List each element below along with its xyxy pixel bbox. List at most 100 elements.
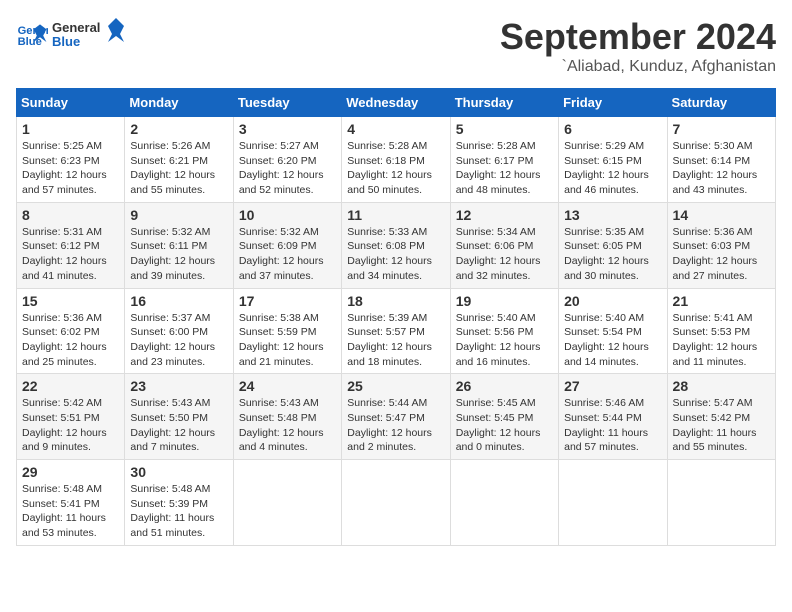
day-info: Sunrise: 5:26 AMSunset: 6:21 PMDaylight:… xyxy=(130,139,227,198)
logo-svg: General Blue xyxy=(52,16,124,52)
logo: General Blue General Blue xyxy=(16,16,124,52)
calendar-cell: 28 Sunrise: 5:47 AMSunset: 5:42 PMDayligh… xyxy=(667,374,775,460)
day-number: 8 xyxy=(22,207,119,223)
calendar-cell xyxy=(450,460,558,546)
calendar-cell: 15 Sunrise: 5:36 AMSunset: 6:02 PMDayligh… xyxy=(17,288,125,374)
day-info: Sunrise: 5:27 AMSunset: 6:20 PMDaylight:… xyxy=(239,139,336,198)
day-number: 28 xyxy=(673,378,770,394)
day-info: Sunrise: 5:43 AMSunset: 5:48 PMDaylight:… xyxy=(239,396,336,455)
calendar-cell: 6 Sunrise: 5:29 AMSunset: 6:15 PMDaylight… xyxy=(559,117,667,203)
day-info: Sunrise: 5:34 AMSunset: 6:06 PMDaylight:… xyxy=(456,225,553,284)
calendar-cell: 18 Sunrise: 5:39 AMSunset: 5:57 PMDayligh… xyxy=(342,288,450,374)
calendar-cell: 3 Sunrise: 5:27 AMSunset: 6:20 PMDaylight… xyxy=(233,117,341,203)
day-info: Sunrise: 5:47 AMSunset: 5:42 PMDaylight:… xyxy=(673,396,770,455)
day-info: Sunrise: 5:46 AMSunset: 5:44 PMDaylight:… xyxy=(564,396,661,455)
day-info: Sunrise: 5:38 AMSunset: 5:59 PMDaylight:… xyxy=(239,311,336,370)
day-info: Sunrise: 5:45 AMSunset: 5:45 PMDaylight:… xyxy=(456,396,553,455)
day-info: Sunrise: 5:35 AMSunset: 6:05 PMDaylight:… xyxy=(564,225,661,284)
day-info: Sunrise: 5:48 AMSunset: 5:41 PMDaylight:… xyxy=(22,482,119,541)
calendar-subtitle: `Aliabad, Kunduz, Afghanistan xyxy=(500,58,776,76)
day-number: 14 xyxy=(673,207,770,223)
calendar-cell: 2 Sunrise: 5:26 AMSunset: 6:21 PMDaylight… xyxy=(125,117,233,203)
col-header-wednesday: Wednesday xyxy=(342,89,450,117)
calendar-cell xyxy=(233,460,341,546)
day-number: 10 xyxy=(239,207,336,223)
calendar-cell: 9 Sunrise: 5:32 AMSunset: 6:11 PMDaylight… xyxy=(125,202,233,288)
calendar-cell xyxy=(667,460,775,546)
svg-text:General: General xyxy=(52,20,100,35)
col-header-monday: Monday xyxy=(125,89,233,117)
day-info: Sunrise: 5:29 AMSunset: 6:15 PMDaylight:… xyxy=(564,139,661,198)
day-info: Sunrise: 5:30 AMSunset: 6:14 PMDaylight:… xyxy=(673,139,770,198)
day-number: 9 xyxy=(130,207,227,223)
calendar-cell: 27 Sunrise: 5:46 AMSunset: 5:44 PMDayligh… xyxy=(559,374,667,460)
calendar-cell xyxy=(559,460,667,546)
day-number: 17 xyxy=(239,293,336,309)
calendar-cell: 5 Sunrise: 5:28 AMSunset: 6:17 PMDaylight… xyxy=(450,117,558,203)
day-info: Sunrise: 5:32 AMSunset: 6:09 PMDaylight:… xyxy=(239,225,336,284)
calendar-table: SundayMondayTuesdayWednesdayThursdayFrid… xyxy=(16,88,776,546)
day-number: 19 xyxy=(456,293,553,309)
calendar-cell: 19Sunrise: 5:40 AMSunset: 5:56 PMDayligh… xyxy=(450,288,558,374)
day-info: Sunrise: 5:40 AMSunset: 5:54 PMDaylight:… xyxy=(564,311,661,370)
col-header-tuesday: Tuesday xyxy=(233,89,341,117)
day-number: 1 xyxy=(22,121,119,137)
day-number: 2 xyxy=(130,121,227,137)
day-info: Sunrise: 5:43 AMSunset: 5:50 PMDaylight:… xyxy=(130,396,227,455)
day-number: 26 xyxy=(456,378,553,394)
day-info: Sunrise: 5:36 AMSunset: 6:02 PMDaylight:… xyxy=(22,311,119,370)
logo-icon: General Blue xyxy=(16,18,48,50)
day-number: 30 xyxy=(130,464,227,480)
day-number: 23 xyxy=(130,378,227,394)
calendar-cell: 11 Sunrise: 5:33 AMSunset: 6:08 PMDayligh… xyxy=(342,202,450,288)
calendar-cell: 20 Sunrise: 5:40 AMSunset: 5:54 PMDayligh… xyxy=(559,288,667,374)
day-info: Sunrise: 5:33 AMSunset: 6:08 PMDaylight:… xyxy=(347,225,444,284)
calendar-cell: 30Sunrise: 5:48 AMSunset: 5:39 PMDayligh… xyxy=(125,460,233,546)
calendar-cell: 1 Sunrise: 5:25 AMSunset: 6:23 PMDaylight… xyxy=(17,117,125,203)
calendar-cell: 16Sunrise: 5:37 AMSunset: 6:00 PMDayligh… xyxy=(125,288,233,374)
calendar-cell: 17 Sunrise: 5:38 AMSunset: 5:59 PMDayligh… xyxy=(233,288,341,374)
calendar-cell: 24 Sunrise: 5:43 AMSunset: 5:48 PMDayligh… xyxy=(233,374,341,460)
day-info: Sunrise: 5:25 AMSunset: 6:23 PMDaylight:… xyxy=(22,139,119,198)
day-number: 3 xyxy=(239,121,336,137)
calendar-cell: 23 Sunrise: 5:43 AMSunset: 5:50 PMDayligh… xyxy=(125,374,233,460)
day-number: 6 xyxy=(564,121,661,137)
day-number: 16 xyxy=(130,293,227,309)
calendar-cell: 14Sunrise: 5:36 AMSunset: 6:03 PMDayligh… xyxy=(667,202,775,288)
day-number: 5 xyxy=(456,121,553,137)
day-number: 24 xyxy=(239,378,336,394)
day-number: 21 xyxy=(673,293,770,309)
day-number: 11 xyxy=(347,207,444,223)
day-info: Sunrise: 5:41 AMSunset: 5:53 PMDaylight:… xyxy=(673,311,770,370)
day-number: 22 xyxy=(22,378,119,394)
day-info: Sunrise: 5:44 AMSunset: 5:47 PMDaylight:… xyxy=(347,396,444,455)
day-number: 7 xyxy=(673,121,770,137)
calendar-cell: 7 Sunrise: 5:30 AMSunset: 6:14 PMDaylight… xyxy=(667,117,775,203)
calendar-cell: 26 Sunrise: 5:45 AMSunset: 5:45 PMDayligh… xyxy=(450,374,558,460)
calendar-cell: 4Sunrise: 5:28 AMSunset: 6:18 PMDaylight… xyxy=(342,117,450,203)
calendar-cell: 8 Sunrise: 5:31 AMSunset: 6:12 PMDaylight… xyxy=(17,202,125,288)
day-info: Sunrise: 5:32 AMSunset: 6:11 PMDaylight:… xyxy=(130,225,227,284)
day-number: 15 xyxy=(22,293,119,309)
day-info: Sunrise: 5:31 AMSunset: 6:12 PMDaylight:… xyxy=(22,225,119,284)
calendar-cell: 10 Sunrise: 5:32 AMSunset: 6:09 PMDayligh… xyxy=(233,202,341,288)
day-number: 25 xyxy=(347,378,444,394)
col-header-sunday: Sunday xyxy=(17,89,125,117)
day-number: 27 xyxy=(564,378,661,394)
calendar-cell: 12 Sunrise: 5:34 AMSunset: 6:06 PMDayligh… xyxy=(450,202,558,288)
day-number: 13 xyxy=(564,207,661,223)
day-number: 29 xyxy=(22,464,119,480)
day-info: Sunrise: 5:28 AMSunset: 6:17 PMDaylight:… xyxy=(456,139,553,198)
day-info: Sunrise: 5:39 AMSunset: 5:57 PMDaylight:… xyxy=(347,311,444,370)
day-number: 12 xyxy=(456,207,553,223)
calendar-title: September 2024 xyxy=(500,16,776,58)
col-header-thursday: Thursday xyxy=(450,89,558,117)
day-number: 20 xyxy=(564,293,661,309)
calendar-cell: 13 Sunrise: 5:35 AMSunset: 6:05 PMDayligh… xyxy=(559,202,667,288)
page-header: General Blue General Blue September 2024… xyxy=(16,16,776,76)
day-number: 18 xyxy=(347,293,444,309)
col-header-saturday: Saturday xyxy=(667,89,775,117)
calendar-cell: 21 Sunrise: 5:41 AMSunset: 5:53 PMDayligh… xyxy=(667,288,775,374)
title-block: September 2024 `Aliabad, Kunduz, Afghani… xyxy=(500,16,776,76)
col-header-friday: Friday xyxy=(559,89,667,117)
